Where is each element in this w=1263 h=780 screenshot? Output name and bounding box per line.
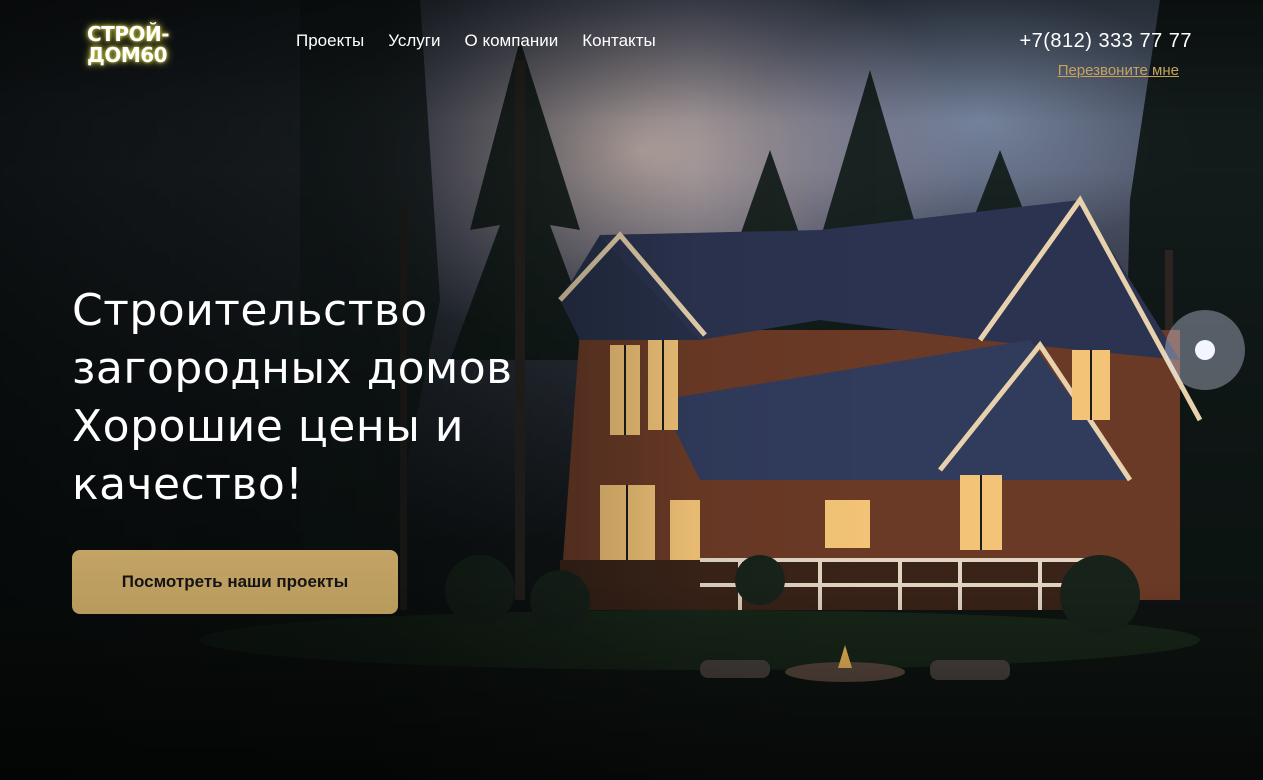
phone-link[interactable]: +7(812) 333 77 77 bbox=[1019, 30, 1192, 53]
nav-item-about[interactable]: О компании bbox=[465, 31, 559, 51]
callback-link[interactable]: Перезвоните мне bbox=[1058, 62, 1179, 79]
hero-title-line: Строительство bbox=[72, 285, 428, 336]
hero-title-line: Хорошие цены и bbox=[72, 401, 464, 452]
nav-bullet-icon bbox=[282, 39, 287, 45]
nav-item-contacts[interactable]: Контакты bbox=[582, 31, 655, 51]
hero-title: Строительство загородных домов Хорошие ц… bbox=[72, 282, 592, 514]
main-nav: Проекты Услуги О компании Контакты bbox=[282, 31, 680, 51]
logo-line-2: ДОМ60 bbox=[87, 43, 168, 67]
hero-title-line: качество! bbox=[72, 459, 304, 510]
site-logo[interactable]: СТРОЙ- ДОМ60 bbox=[87, 22, 170, 67]
nav-item-projects[interactable]: Проекты bbox=[296, 31, 364, 51]
view-projects-button[interactable]: Посмотреть наши проекты bbox=[72, 550, 398, 614]
hero-title-line: загородных домов bbox=[72, 343, 513, 394]
logo-line-1: СТРОЙ- bbox=[87, 22, 170, 46]
nav-item-services[interactable]: Услуги bbox=[388, 31, 440, 51]
